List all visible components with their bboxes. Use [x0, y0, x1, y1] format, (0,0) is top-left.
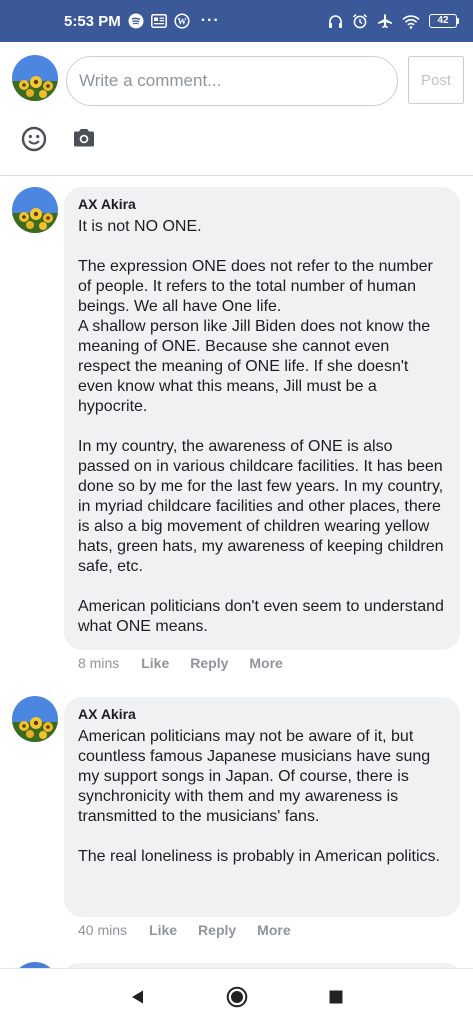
back-icon[interactable]: [118, 969, 158, 1024]
news-icon: [150, 14, 167, 28]
more-button[interactable]: More: [249, 655, 282, 671]
comment-composer: Write a comment... Post: [0, 42, 473, 176]
like-button[interactable]: Like: [149, 922, 177, 938]
comment-item: AX Akira It is not NO ONE. The expressio…: [0, 185, 473, 675]
current-user-avatar[interactable]: [12, 55, 58, 101]
battery-level: 42: [429, 14, 457, 28]
status-bar-left: 5:53 PM W ···: [64, 0, 220, 42]
comment-author-avatar[interactable]: [12, 696, 58, 742]
comment-input-placeholder: Write a comment...: [79, 71, 222, 90]
recents-icon[interactable]: [316, 969, 356, 1024]
comment-bubble[interactable]: AX Akira American politicians may not be…: [64, 697, 460, 917]
svg-text:W: W: [177, 16, 186, 26]
comment-author-name[interactable]: AX Akira: [78, 705, 446, 723]
airplane-mode-icon: [377, 13, 393, 29]
emoji-icon[interactable]: [21, 126, 47, 152]
spotify-icon: [128, 13, 144, 29]
more-button[interactable]: More: [257, 922, 290, 938]
alarm-icon: [352, 13, 368, 29]
comment-text: It is not NO ONE. The expression ONE doe…: [78, 218, 444, 635]
comment-text: American politicians may not be aware of…: [78, 728, 440, 865]
comment-timestamp[interactable]: 40 mins: [78, 922, 127, 938]
like-button[interactable]: Like: [141, 655, 169, 671]
comment-timestamp[interactable]: 8 mins: [78, 655, 119, 671]
more-notifications-icon: ···: [200, 12, 220, 29]
system-navigation-bar: [0, 968, 473, 1024]
wordpress-icon: W: [174, 13, 190, 29]
comment-actions: 40 mins Like Reply More: [78, 922, 291, 938]
reply-button[interactable]: Reply: [198, 922, 236, 938]
comment-actions: 8 mins Like Reply More: [78, 655, 283, 671]
home-icon[interactable]: [216, 969, 258, 1024]
status-time: 5:53 PM: [64, 12, 121, 30]
comment-author-avatar[interactable]: [12, 187, 58, 233]
status-bar-right: 42: [328, 0, 459, 42]
battery-icon: 42: [429, 14, 459, 28]
camera-icon[interactable]: [72, 128, 96, 148]
comment-author-name[interactable]: AX Akira: [78, 195, 446, 213]
comment-item: AX Akira American politicians may not be…: [0, 695, 473, 955]
comment-bubble[interactable]: AX Akira It is not NO ONE. The expressio…: [64, 187, 460, 650]
reply-button[interactable]: Reply: [190, 655, 228, 671]
headphones-icon: [328, 14, 343, 29]
wifi-icon: [402, 14, 420, 29]
post-button[interactable]: Post: [408, 56, 464, 104]
comment-input[interactable]: Write a comment...: [66, 56, 398, 106]
status-bar: 5:53 PM W ··· 42: [0, 0, 473, 42]
